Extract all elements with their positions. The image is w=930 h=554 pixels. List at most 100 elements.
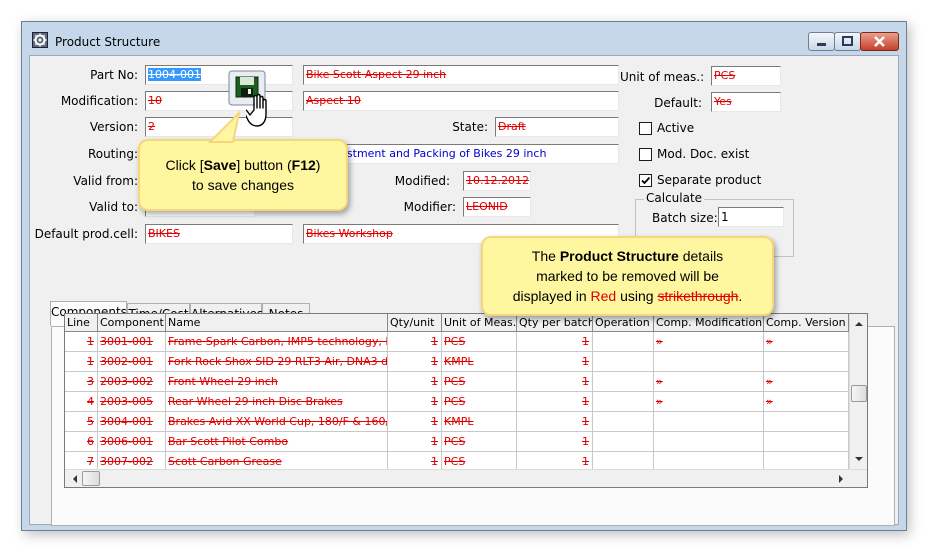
column-header-qty-per-batch[interactable]: Qty per batch — [517, 314, 593, 332]
batch-size-label: Batch size: — [652, 211, 718, 225]
column-header-unit-of-meas[interactable]: Unit of Meas. — [442, 314, 517, 332]
cell-qty-unit[interactable]: 1 — [388, 372, 442, 392]
column-header-operation[interactable]: Operation — [593, 314, 654, 332]
valid-from-label: Valid from: — [73, 174, 138, 188]
cell-line[interactable]: 4 — [65, 392, 98, 412]
modifier-field[interactable]: LEONID — [463, 197, 531, 217]
batch-size-input[interactable]: 1 — [718, 207, 784, 227]
column-header-line[interactable]: Line — [65, 314, 98, 332]
cell-comp-modification[interactable]: » — [654, 392, 764, 412]
cell-name[interactable]: Front Wheel 29 inch — [166, 372, 388, 392]
cell-unit-of-meas[interactable]: KMPL — [442, 352, 517, 372]
unit-field[interactable]: PCS — [711, 66, 781, 86]
cell-line[interactable]: 6 — [65, 432, 98, 452]
modification-label: Modification: — [60, 94, 138, 108]
scroll-right-icon — [839, 475, 843, 483]
cell-comp-version[interactable] — [764, 352, 849, 372]
scroll-up-icon — [855, 322, 863, 326]
grid-horizontal-scrollbar[interactable] — [65, 469, 867, 487]
state-field[interactable]: Draft — [495, 117, 619, 137]
cell-line[interactable]: 3 — [65, 372, 98, 392]
separate-product-label: Separate product — [657, 173, 762, 187]
cell-operation[interactable] — [593, 332, 654, 352]
close-button[interactable] — [860, 32, 899, 51]
default-field[interactable]: Yes — [711, 92, 781, 112]
column-header-component[interactable]: Component — [98, 314, 166, 332]
column-header-comp-modification[interactable]: Comp. Modification — [654, 314, 764, 332]
routing-description-field[interactable]: ly, Adjustment and Packing of Bikes 29 i… — [303, 144, 619, 164]
cell-comp-version[interactable]: » — [764, 372, 849, 392]
cell-line[interactable]: 5 — [65, 412, 98, 432]
info-callout: The Product Structure details marked to … — [481, 236, 774, 316]
cell-component[interactable]: 3002-001 — [98, 352, 166, 372]
grid-vertical-scrollbar[interactable] — [849, 314, 867, 469]
cell-operation[interactable] — [593, 412, 654, 432]
cell-comp-version[interactable] — [764, 432, 849, 452]
state-label: State: — [452, 120, 488, 134]
cell-component[interactable]: 3006-001 — [98, 432, 166, 452]
cell-component[interactable]: 2003-005 — [98, 392, 166, 412]
cell-unit-of-meas[interactable]: PCS — [442, 392, 517, 412]
part-no-field[interactable]: 1004-001 — [145, 65, 293, 85]
modified-field[interactable]: 10.12.2012 — [463, 171, 531, 191]
vertical-scroll-thumb[interactable] — [851, 385, 867, 402]
cell-comp-modification[interactable] — [654, 432, 764, 452]
column-header-comp-version[interactable]: Comp. Version — [764, 314, 849, 332]
column-header-qty-unit[interactable]: Qty/unit — [388, 314, 442, 332]
cell-operation[interactable] — [593, 432, 654, 452]
horizontal-scroll-thumb[interactable] — [82, 471, 100, 486]
cell-qty-unit[interactable]: 1 — [388, 392, 442, 412]
cell-comp-modification[interactable]: » — [654, 332, 764, 352]
cell-comp-version[interactable] — [764, 412, 849, 432]
cell-component[interactable]: 2003-002 — [98, 372, 166, 392]
cell-qty-per-batch[interactable]: 1 — [517, 412, 593, 432]
cell-comp-modification[interactable] — [654, 352, 764, 372]
cell-qty-unit[interactable]: 1 — [388, 332, 442, 352]
column-header-name[interactable]: Name — [166, 314, 388, 332]
valid-to-label: Valid to: — [89, 200, 138, 214]
title-bar[interactable]: Product Structure — [22, 22, 906, 52]
maximize-button[interactable] — [834, 32, 861, 51]
cell-unit-of-meas[interactable]: PCS — [442, 432, 517, 452]
cell-line[interactable]: 1 — [65, 332, 98, 352]
mod-doc-checkbox[interactable] — [639, 148, 652, 161]
cell-component[interactable]: 3004-001 — [98, 412, 166, 432]
cell-operation[interactable] — [593, 392, 654, 412]
cell-qty-per-batch[interactable]: 1 — [517, 372, 593, 392]
prod-cell-field[interactable]: BIKES — [145, 224, 293, 244]
cell-unit-of-meas[interactable]: PCS — [442, 372, 517, 392]
routing-label: Routing: — [87, 147, 138, 161]
cell-unit-of-meas[interactable]: PCS — [442, 332, 517, 352]
info-callout-line2: marked to be removed will be — [536, 268, 719, 284]
cell-name[interactable]: Rear Wheel 29 inch Disc Brakes — [166, 392, 388, 412]
cell-qty-unit[interactable]: 1 — [388, 412, 442, 432]
cell-line[interactable]: 1 — [65, 352, 98, 372]
cell-qty-per-batch[interactable]: 1 — [517, 392, 593, 412]
cell-name[interactable]: Fork Rock Shox SID 29 RLT3 Air, DNA3 d — [166, 352, 388, 372]
cell-qty-unit[interactable]: 1 — [388, 352, 442, 372]
cell-qty-per-batch[interactable]: 1 — [517, 432, 593, 452]
cell-comp-modification[interactable] — [654, 412, 764, 432]
app-gear-icon — [32, 32, 48, 48]
cell-comp-version[interactable]: » — [764, 392, 849, 412]
cell-comp-version[interactable]: » — [764, 332, 849, 352]
cell-qty-per-batch[interactable]: 1 — [517, 352, 593, 372]
cell-name[interactable]: Frame Spark Carbon, IMP5 technology, HM — [166, 332, 388, 352]
cell-operation[interactable] — [593, 372, 654, 392]
cell-name[interactable]: Brakes Avid XX World Cup, 180/F & 160/I — [166, 412, 388, 432]
info-callout-line3: displayed in Red using strikethrough. — [512, 288, 743, 304]
modification-description-field[interactable]: Aspect 10 — [303, 91, 619, 111]
unit-label: Unit of meas.: — [620, 70, 705, 84]
cell-component[interactable]: 3001-001 — [98, 332, 166, 352]
separate-product-checkbox[interactable] — [639, 174, 652, 187]
active-checkbox[interactable] — [639, 122, 652, 135]
part-description-field[interactable]: Bike Scott Aspect 29 inch — [303, 65, 619, 85]
cell-comp-modification[interactable]: » — [654, 372, 764, 392]
minimize-button[interactable] — [808, 32, 835, 51]
cell-operation[interactable] — [593, 352, 654, 372]
hand-cursor-icon — [246, 93, 267, 127]
cell-name[interactable]: Bar Scott Pilot Combo — [166, 432, 388, 452]
cell-qty-per-batch[interactable]: 1 — [517, 332, 593, 352]
cell-qty-unit[interactable]: 1 — [388, 432, 442, 452]
cell-unit-of-meas[interactable]: KMPL — [442, 412, 517, 432]
